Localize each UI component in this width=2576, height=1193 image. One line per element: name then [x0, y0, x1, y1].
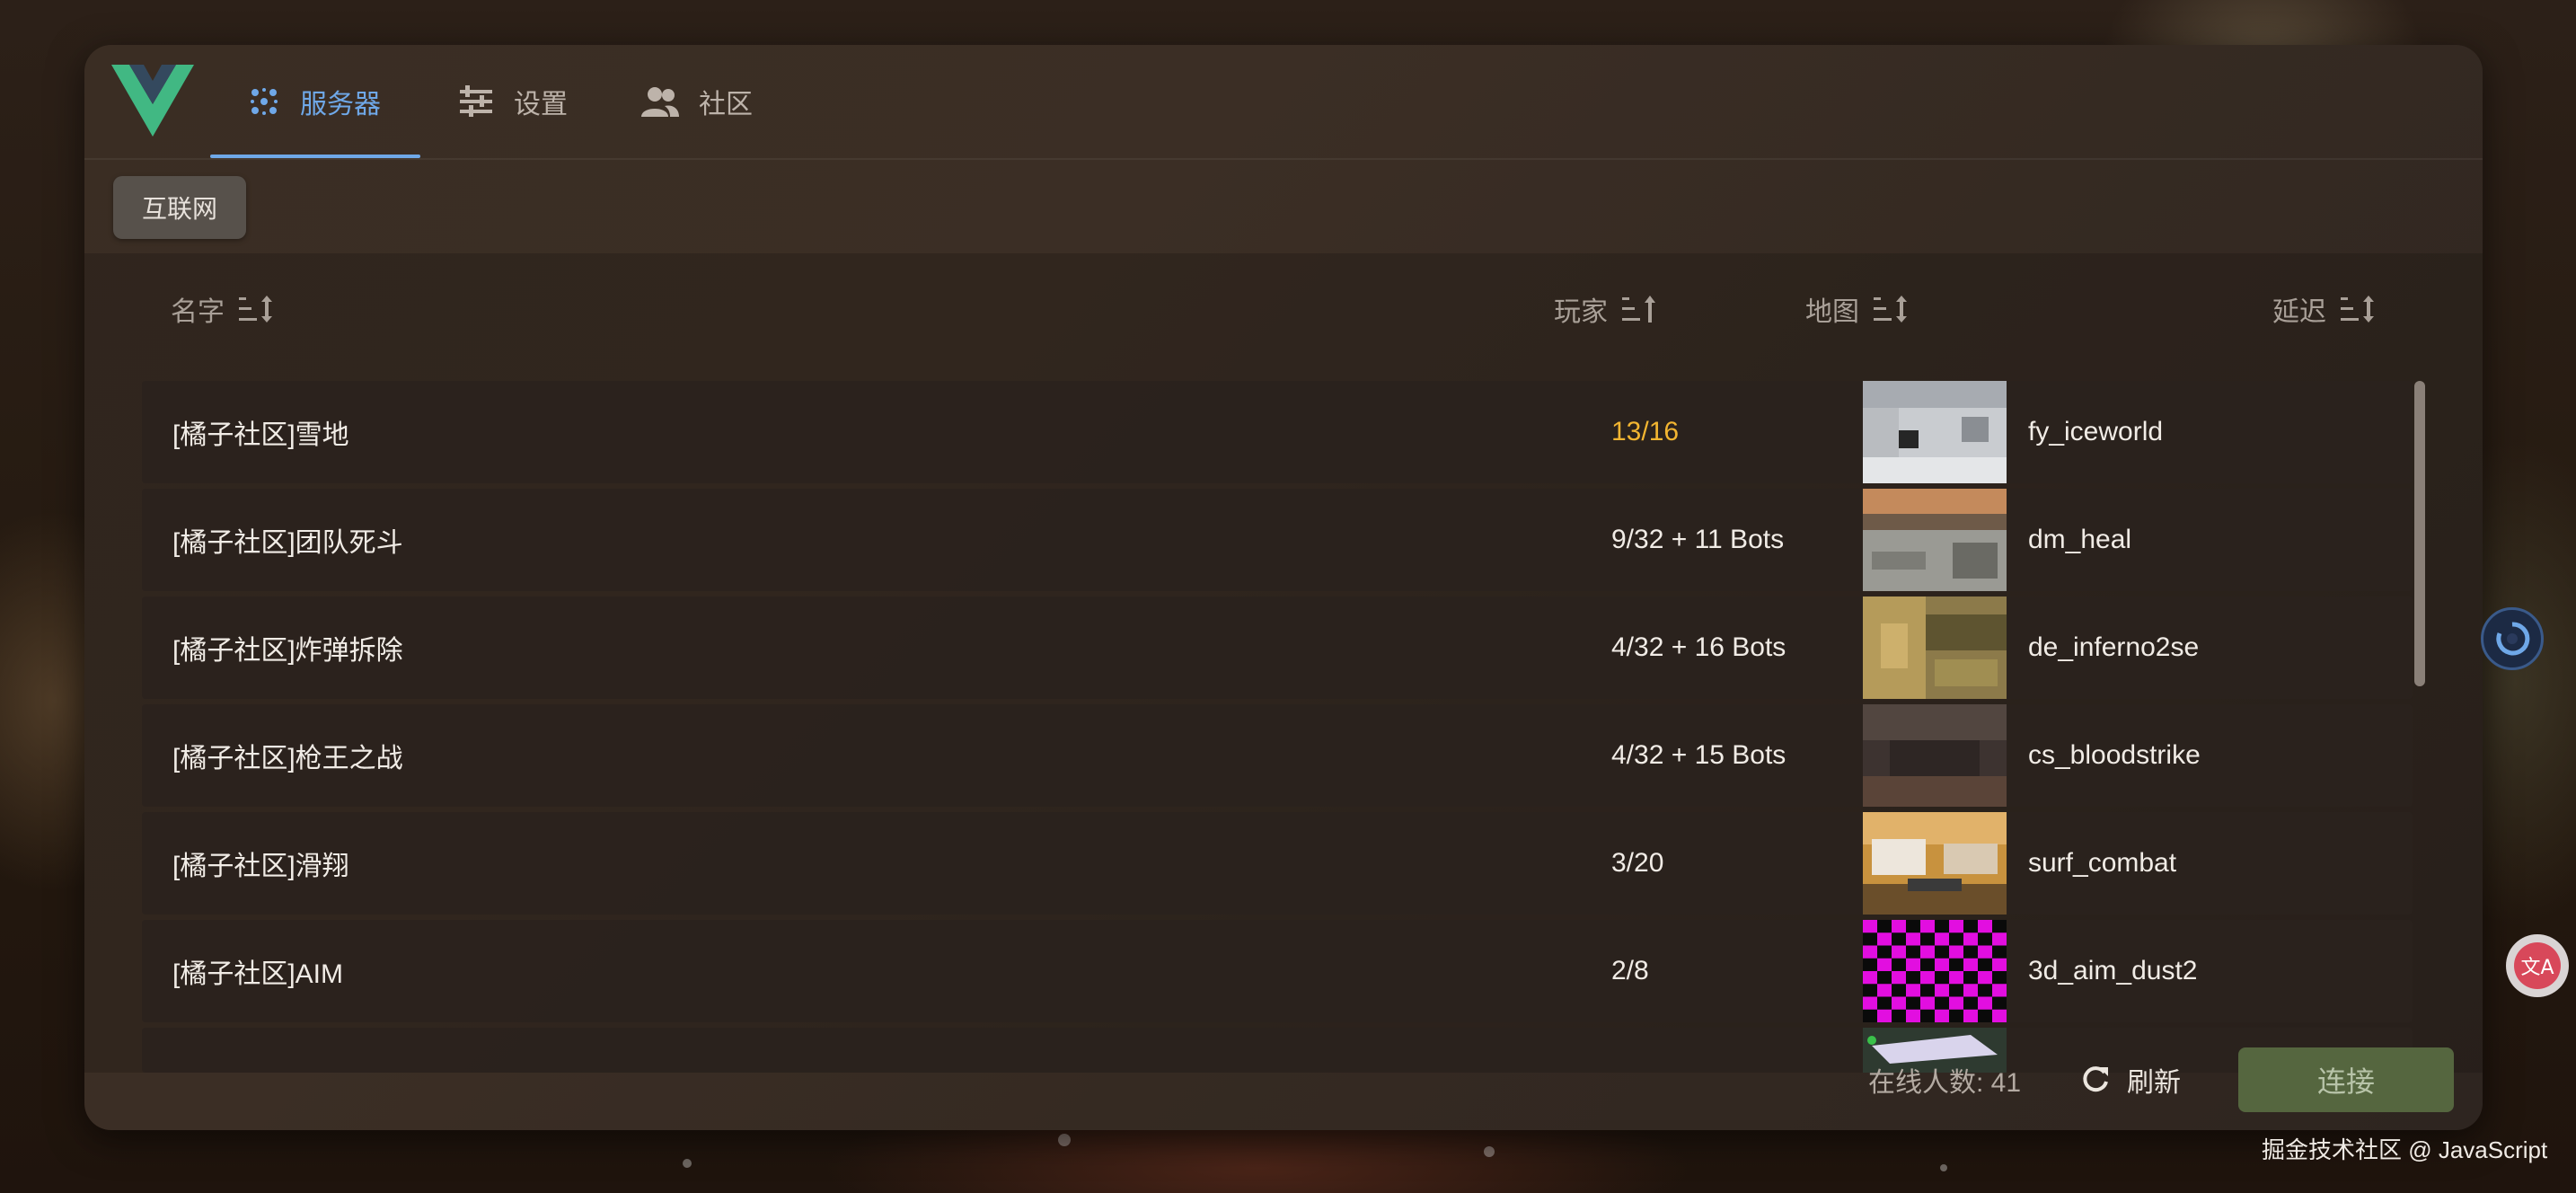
tab-servers-label: 服务器 [300, 90, 381, 119]
watermark: 掘金技术社区 @ JavaScript [2262, 1136, 2548, 1163]
map-thumbnail [1863, 381, 2007, 483]
tab-settings[interactable]: 设置 [458, 45, 568, 158]
map-name: surf_combat [2028, 848, 2177, 878]
table-row[interactable] [142, 1028, 2413, 1073]
player-count: 3/20 [1611, 848, 1664, 878]
column-header-ping[interactable]: 延迟 [2272, 282, 2378, 336]
server-name: [橘子社区]滑翔 [172, 852, 349, 881]
servers-icon [251, 88, 278, 115]
sliders-icon [460, 85, 492, 117]
map-thumbnail [1863, 596, 2007, 699]
swirl-icon [2496, 622, 2530, 656]
map-name: dm_heal [2028, 525, 2132, 554]
map-name: de_inferno2se [2028, 632, 2200, 662]
header-bar: 服务器 设置 社区 [84, 45, 2483, 160]
player-count: 13/16 [1611, 417, 1680, 446]
table-row[interactable]: [橘子社区]雪地 13/16 fy_iceworld [142, 381, 2413, 483]
table-row[interactable]: [橘子社区]炸弹拆除 4/32 + 16 Bots de_inferno2se [142, 596, 2413, 699]
connect-button-label: 连接 [2316, 1065, 2375, 1098]
refresh-button[interactable]: 刷新 [2080, 1055, 2181, 1105]
refresh-icon [2083, 1066, 2108, 1092]
tab-settings-label: 设置 [514, 90, 568, 119]
server-name: [橘子社区]枪王之战 [172, 744, 403, 773]
server-name: [橘子社区]雪地 [172, 420, 349, 450]
table-row[interactable]: [橘子社区]枪王之战 4/32 + 15 Bots cs_bloodstrike [142, 704, 2413, 807]
background-bokeh [1940, 1164, 1947, 1171]
player-count: 4/32 + 15 Bots [1611, 740, 1786, 770]
floating-assistant-button[interactable] [2481, 607, 2544, 670]
sort-ascending-icon [1622, 296, 1655, 323]
column-header-map-label: 地图 [1805, 297, 1859, 327]
server-name: [橘子社区]炸弹拆除 [172, 636, 403, 666]
refresh-button-label: 刷新 [2127, 1068, 2181, 1098]
map-name: 3d_aim_dust2 [2028, 956, 2198, 985]
subtab-internet[interactable]: 互联网 [113, 176, 246, 239]
map-thumbnail [1863, 489, 2007, 591]
tab-community-label: 社区 [699, 90, 753, 119]
map-thumbnail [1863, 704, 2007, 807]
active-tab-indicator [210, 155, 420, 158]
tab-servers[interactable]: 服务器 [248, 45, 381, 158]
table-row[interactable]: [橘子社区]滑翔 3/20 surf_combat [142, 812, 2413, 915]
column-header-players[interactable]: 玩家 [1554, 282, 1660, 336]
background-bokeh [1484, 1146, 1495, 1157]
map-name: cs_bloodstrike [2028, 740, 2201, 770]
map-name: fy_iceworld [2028, 417, 2164, 446]
background-bokeh [683, 1159, 692, 1168]
player-count: 2/8 [1611, 956, 1649, 985]
scrollbar-thumb[interactable] [2414, 381, 2425, 686]
people-icon [641, 87, 679, 117]
server-table: 名字 玩家 地图 延迟 [橘子社区]雪地 13/16 fy_iceworld [… [84, 253, 2483, 1073]
map-thumbnail [1863, 812, 2007, 915]
vue-logo [111, 65, 194, 137]
server-name: [橘子社区]团队死斗 [172, 528, 403, 558]
subtab-internet-label: 互联网 [141, 195, 217, 223]
server-name: [橘子社区]AIM [172, 959, 344, 989]
background-bokeh [1058, 1134, 1071, 1146]
server-browser-window: 服务器 设置 社区 互联网 名字 玩家 地图 延迟 [橘子社区]雪地 13/16… [84, 45, 2483, 1130]
connect-button[interactable]: 连接 [2238, 1047, 2454, 1112]
sort-icon [2341, 296, 2374, 323]
floating-translate-button[interactable]: 文A [2506, 934, 2569, 997]
svg-text:文A: 文A [2520, 957, 2554, 979]
table-row[interactable]: [橘子社区]AIM 2/8 3d_aim_dust2 [142, 920, 2413, 1022]
sort-icon [239, 296, 272, 323]
column-header-name-label: 名字 [171, 297, 225, 327]
player-count: 9/32 + 11 Bots [1611, 525, 1785, 554]
online-count: 在线人数: 41 [1868, 1068, 2022, 1098]
column-header-ping-label: 延迟 [2272, 297, 2326, 327]
player-count: 4/32 + 16 Bots [1611, 632, 1786, 662]
map-thumbnail [1863, 920, 2007, 1022]
column-header-name[interactable]: 名字 [171, 282, 277, 336]
column-header-map[interactable]: 地图 [1805, 282, 1911, 336]
column-header-players-label: 玩家 [1554, 297, 1608, 327]
translate-icon: 文A [2514, 942, 2561, 989]
sort-icon [1874, 296, 1907, 323]
table-row[interactable]: [橘子社区]团队死斗 9/32 + 11 Bots dm_heal [142, 489, 2413, 591]
tab-community[interactable]: 社区 [641, 45, 753, 158]
